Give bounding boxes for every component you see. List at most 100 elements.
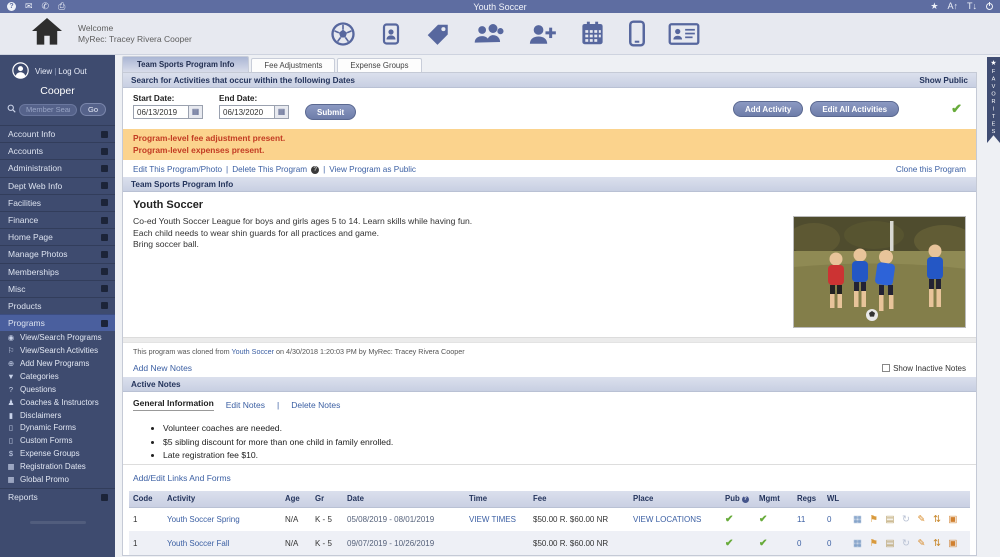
sidebar-subitem-view-search-programs[interactable]: ◉ View/Search Programs bbox=[0, 331, 115, 344]
copy-icon[interactable]: ▣ bbox=[948, 514, 957, 525]
cloned-source-link[interactable]: Youth Soccer bbox=[232, 347, 275, 356]
sidebar-item-reports[interactable]: Reports bbox=[0, 487, 115, 505]
sidebar-item-finance[interactable]: Finance bbox=[0, 210, 115, 228]
mobile-device-icon[interactable] bbox=[628, 20, 646, 47]
sidebar-item-programs[interactable]: Programs bbox=[0, 314, 115, 332]
end-date-calendar-icon[interactable]: ▦ bbox=[275, 105, 289, 119]
menu-book-icon bbox=[101, 250, 108, 258]
tab-expense-groups[interactable]: Expense Groups bbox=[337, 58, 422, 72]
sidebar-subitem-coaches-instructors[interactable]: ♟ Coaches & Instructors bbox=[0, 396, 115, 409]
sidebar-subitem-questions[interactable]: ? Questions bbox=[0, 383, 115, 396]
content-panel: Search for Activities that occur within … bbox=[122, 72, 977, 556]
member-search-input[interactable] bbox=[19, 103, 77, 116]
logout-power-icon[interactable] bbox=[986, 2, 993, 10]
sidebar-item-facilities[interactable]: Facilities bbox=[0, 193, 115, 211]
view-times-link[interactable]: VIEW TIMES bbox=[469, 515, 516, 524]
groups-icon[interactable] bbox=[473, 21, 505, 47]
sidebar-subitem-expense-groups[interactable]: $ Expense Groups bbox=[0, 447, 115, 460]
submit-button[interactable]: Submit bbox=[305, 104, 357, 120]
add-edit-links-forms-link[interactable]: Add/Edit Links And Forms bbox=[133, 473, 231, 483]
add-new-notes-link[interactable]: Add New Notes bbox=[133, 363, 192, 373]
sidebar-subitem-add-new-programs[interactable]: ⊕ Add New Programs bbox=[0, 357, 115, 370]
search-go-button[interactable]: Go bbox=[80, 103, 107, 116]
menu-book-icon bbox=[101, 147, 108, 155]
dollar-icon: $ bbox=[8, 449, 14, 459]
menu-book-icon bbox=[101, 319, 108, 327]
sidebar-item-manage-photos[interactable]: Manage Photos bbox=[0, 245, 115, 262]
delete-program-link[interactable]: Delete This Program bbox=[232, 165, 307, 174]
reorder-icon[interactable]: ⇅ bbox=[933, 514, 941, 525]
sidebar-item-home-page[interactable]: Home Page bbox=[0, 228, 115, 245]
form-icon[interactable]: ▤ bbox=[886, 538, 895, 549]
copy-icon[interactable]: ▣ bbox=[948, 538, 957, 549]
clone-program-link[interactable]: Clone this Program bbox=[896, 165, 966, 174]
regs-count-link[interactable]: 0 bbox=[797, 539, 801, 548]
edit-all-activities-button[interactable]: Edit All Activities bbox=[810, 101, 900, 117]
delete-notes-link[interactable]: Delete Notes bbox=[291, 400, 340, 410]
sidebar-item-products[interactable]: Products bbox=[0, 296, 115, 314]
notes-tab-general-information[interactable]: General Information bbox=[133, 398, 214, 411]
tag-icon[interactable]: ⚑ bbox=[869, 538, 878, 549]
expenses-notice: Program-level expenses present. bbox=[133, 144, 265, 155]
view-program-public-link[interactable]: View Program as Public bbox=[329, 165, 416, 174]
wl-count-link[interactable]: 0 bbox=[827, 539, 831, 548]
clone-activity-icon[interactable]: ↻ bbox=[902, 538, 910, 549]
sidebar-subitem-registration-dates[interactable]: ▦ Registration Dates bbox=[0, 460, 115, 473]
home-icon[interactable] bbox=[30, 16, 64, 51]
font-decrease-icon[interactable]: T↓ bbox=[967, 2, 977, 11]
sidebar-subitem-disclaimers[interactable]: ▮ Disclaimers bbox=[0, 409, 115, 422]
pub-help-icon[interactable]: ? bbox=[741, 495, 749, 503]
start-date-input[interactable] bbox=[133, 105, 189, 119]
program-description: Co-ed Youth Soccer League for boys and g… bbox=[133, 216, 473, 250]
sidebar-subitem-view-search-activities[interactable]: ⚐ View/Search Activities bbox=[0, 344, 115, 357]
flag-icon: ⚐ bbox=[7, 346, 15, 356]
roster-icon[interactable]: ▦ bbox=[853, 538, 862, 549]
favorites-ribbon[interactable]: ★ FAVORITES bbox=[987, 57, 1000, 143]
delete-info-icon[interactable]: ? bbox=[311, 165, 320, 174]
sidebar-subitem-categories[interactable]: ▼ Categories bbox=[0, 370, 115, 383]
add-activity-button[interactable]: Add Activity bbox=[732, 101, 804, 117]
view-link[interactable]: View bbox=[35, 67, 52, 76]
sidebar-subitem-dynamic-forms[interactable]: ▯ Dynamic Forms bbox=[0, 421, 115, 434]
add-member-icon[interactable] bbox=[527, 21, 557, 47]
edit-pencil-icon[interactable]: ✎ bbox=[917, 514, 925, 525]
tag-icon[interactable] bbox=[425, 21, 451, 47]
calendar-icon[interactable] bbox=[579, 20, 606, 47]
sidebar-item-misc[interactable]: Misc bbox=[0, 279, 115, 297]
roster-icon[interactable]: ▦ bbox=[853, 514, 862, 525]
sidebar-item-administration[interactable]: Administration bbox=[0, 159, 115, 176]
regs-count-link[interactable]: 11 bbox=[797, 515, 805, 524]
sidebar-item-memberships[interactable]: Memberships bbox=[0, 262, 115, 280]
view-locations-link[interactable]: VIEW LOCATIONS bbox=[633, 515, 701, 524]
sidebar-subitem-global-promo[interactable]: ▦ Global Promo bbox=[0, 473, 115, 486]
edit-notes-link[interactable]: Edit Notes bbox=[226, 400, 265, 410]
tag-icon[interactable]: ⚑ bbox=[869, 514, 878, 525]
member-badge-icon[interactable] bbox=[379, 20, 403, 48]
tab-team-sports-program-info[interactable]: Team Sports Program Info bbox=[122, 56, 250, 72]
soccer-ball-icon[interactable] bbox=[329, 20, 357, 48]
clone-activity-icon[interactable]: ↻ bbox=[902, 514, 910, 525]
table-row: 1 Youth Soccer Fall N/A K - 5 09/07/2019… bbox=[129, 531, 970, 555]
search-icon bbox=[7, 104, 16, 115]
tab-fee-adjustments[interactable]: Fee Adjustments bbox=[251, 58, 336, 72]
logout-link[interactable]: Log Out bbox=[58, 67, 86, 76]
form-icon[interactable]: ▤ bbox=[886, 514, 895, 525]
show-public-check-icon[interactable]: ✔ bbox=[951, 101, 962, 117]
scrollbar-hint[interactable] bbox=[29, 521, 86, 525]
contact-card-icon[interactable] bbox=[668, 22, 700, 46]
end-date-input[interactable] bbox=[219, 105, 275, 119]
show-inactive-notes-checkbox[interactable] bbox=[882, 364, 891, 372]
activity-link[interactable]: Youth Soccer Fall bbox=[167, 539, 229, 548]
font-increase-icon[interactable]: A↑ bbox=[947, 2, 958, 11]
activity-link[interactable]: Youth Soccer Spring bbox=[167, 515, 240, 524]
edit-program-link[interactable]: Edit This Program/Photo bbox=[133, 165, 222, 174]
sidebar-item-accounts[interactable]: Accounts bbox=[0, 142, 115, 159]
favorite-star-icon[interactable]: ★ bbox=[930, 2, 938, 11]
wl-count-link[interactable]: 0 bbox=[827, 515, 831, 524]
sidebar-item-dept-web-info[interactable]: Dept Web Info bbox=[0, 176, 115, 194]
reorder-icon[interactable]: ⇅ bbox=[933, 538, 941, 549]
sidebar-subitem-custom-forms[interactable]: ▯ Custom Forms bbox=[0, 434, 115, 447]
edit-pencil-icon[interactable]: ✎ bbox=[917, 538, 925, 549]
start-date-calendar-icon[interactable]: ▦ bbox=[189, 105, 203, 119]
sidebar-item-account-info[interactable]: Account Info bbox=[0, 125, 115, 142]
